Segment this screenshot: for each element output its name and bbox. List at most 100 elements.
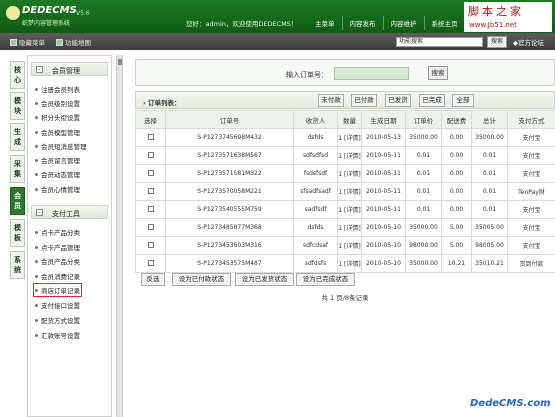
vtab-template[interactable]: 模板	[10, 219, 25, 247]
nav-content-publish[interactable]: 内容发布	[341, 16, 383, 30]
row-checkbox[interactable]	[147, 169, 154, 176]
menu-splitter[interactable]	[116, 55, 123, 417]
menu-item-member-product-category[interactable]: 会员产品分类	[35, 256, 80, 266]
order-no: S-P1273540555M759	[165, 200, 294, 219]
bullet-icon	[35, 319, 38, 322]
group-title: 会员管理	[52, 67, 80, 75]
welcome-text: 您好：admin，欢迎使用DEDECMS！	[186, 20, 298, 28]
menu-item-consumption-records[interactable]: 会员消费记录	[35, 271, 80, 281]
watermark-url: www.Jb51.net	[469, 21, 517, 29]
official-forum-link[interactable]: ◆官方论坛	[513, 37, 544, 47]
bullet-icon	[35, 289, 38, 292]
menu-item-member-mood[interactable]: 会员心情管理	[35, 184, 80, 194]
filter-paid-button[interactable]: 已付款	[351, 94, 377, 107]
group-payment-tools[interactable]: - 支付工具	[31, 205, 108, 219]
row-checkbox[interactable]	[147, 187, 154, 194]
group-member-manage[interactable]: - 会员管理	[31, 62, 108, 76]
menu-item-card-category[interactable]: 点卡产品分类	[35, 227, 80, 237]
set-paid-button[interactable]: 设为已付款状态	[172, 273, 231, 286]
invert-selection-button[interactable]: 反选	[141, 273, 165, 286]
total: 35005.00	[471, 218, 508, 237]
price: 0.01	[405, 164, 442, 183]
vtab-member[interactable]: 会员	[10, 187, 25, 215]
row-checkbox-cell[interactable]	[135, 218, 166, 237]
row-checkbox[interactable]	[147, 151, 154, 158]
row-checkbox-cell[interactable]	[135, 236, 166, 255]
menu-item-payment-interface[interactable]: 支付接口设置	[35, 300, 80, 310]
quantity-detail-link[interactable]: 1 [详情]	[337, 200, 362, 219]
function-search-button[interactable]: 搜索	[487, 36, 507, 48]
function-map-label: 功能地图	[65, 39, 91, 47]
row-checkbox[interactable]	[147, 259, 154, 266]
menu-item-label: 点卡产品分类	[41, 229, 80, 237]
hide-menu-button[interactable]: 隐藏菜单	[10, 37, 45, 47]
quantity-detail-link[interactable]: 1 [详情]	[337, 254, 362, 273]
order-list-title: › 订单列表：	[143, 99, 181, 107]
function-map-button[interactable]: 功能地图	[56, 37, 91, 47]
menu-item-member-sms[interactable]: 会员短消息管理	[35, 141, 87, 151]
menu-item-member-guestbook[interactable]: 会员留言管理	[35, 155, 80, 165]
shipping: 5.00	[441, 218, 472, 237]
row-checkbox-cell[interactable]	[135, 200, 166, 219]
vtab-generate[interactable]: 生成	[10, 123, 25, 151]
filter-completed-button[interactable]: 已完成	[419, 94, 445, 107]
row-checkbox-cell[interactable]	[135, 254, 166, 273]
row-checkbox-cell[interactable]	[135, 146, 166, 165]
total: 35000.00	[471, 128, 508, 147]
menu-item-shop-orders[interactable]: 商店订单记录	[33, 283, 82, 297]
quantity-detail-link[interactable]: 1 [详情]	[337, 218, 362, 237]
menu-item-member-model[interactable]: 会员模型管理	[35, 127, 80, 137]
nav-main-menu[interactable]: 主菜单	[308, 16, 342, 30]
order-search-button[interactable]: 搜索	[428, 66, 448, 80]
quantity-detail-link[interactable]: 1 [详情]	[337, 182, 362, 201]
nav-content-maintain[interactable]: 内容维护	[382, 16, 424, 30]
menu-item-member-feed[interactable]: 会员动态管理	[35, 169, 80, 179]
row-checkbox-cell[interactable]	[135, 182, 166, 201]
total: 0.01	[471, 182, 508, 201]
row-checkbox[interactable]	[147, 133, 154, 140]
vtab-collect[interactable]: 采集	[10, 155, 25, 183]
quantity-detail-link[interactable]: 1 [详情]	[337, 146, 362, 165]
col-price: 订单价	[405, 110, 442, 129]
col-order-no: 订单号	[165, 110, 294, 129]
price: 0.01	[405, 182, 442, 201]
quantity-detail-link[interactable]: 1 [详情]	[337, 164, 362, 183]
bulk-actions: 反选 设为已付款状态 设为已发货状态 设为已完成状态	[135, 271, 555, 288]
logo-subtitle: 织梦内容管理系统	[22, 20, 71, 27]
set-completed-button[interactable]: 设为已完成状态	[296, 273, 355, 286]
function-search-input[interactable]: 功能搜索	[396, 37, 483, 47]
filter-all-button[interactable]: 全部	[452, 94, 474, 107]
hide-menu-label: 隐藏菜单	[19, 39, 45, 47]
shipping: 10.21	[441, 254, 472, 273]
vtab-core[interactable]: 核心	[10, 61, 25, 89]
row-checkbox[interactable]	[147, 223, 154, 230]
quantity-detail-link[interactable]: 1 [详情]	[337, 236, 362, 255]
receiver: sdfcdsaf	[293, 236, 338, 255]
menu-item-points-title[interactable]: 积分头衔设置	[35, 112, 80, 122]
row-checkbox-cell[interactable]	[135, 164, 166, 183]
group-title: 支付工具	[52, 210, 80, 218]
order-no: S-P1273571581M322	[165, 164, 294, 183]
vtab-module[interactable]: 模块	[10, 92, 25, 120]
date: 2010-05-10	[361, 218, 406, 237]
quantity-detail-link[interactable]: 1 [详情]	[337, 128, 362, 147]
filter-unpaid-button[interactable]: 未付款	[318, 94, 344, 107]
menu-item-card-products[interactable]: 点卡产品管理	[35, 242, 80, 252]
payment-method: 支付宝	[507, 200, 555, 219]
menu-item-delivery-method[interactable]: 配货方式设置	[35, 315, 80, 325]
row-checkbox[interactable]	[147, 205, 154, 212]
menu-item-remittance-account[interactable]: 汇款账号设置	[35, 330, 80, 340]
nav-system-home[interactable]: 系统主页	[423, 16, 465, 30]
vtab-system[interactable]: 系统	[10, 251, 25, 279]
official-forum-label: 官方论坛	[518, 39, 544, 47]
row-checkbox-cell[interactable]	[135, 128, 166, 147]
row-checkbox[interactable]	[147, 241, 154, 248]
sub-toolbar: 隐藏菜单 功能地图 功能搜索 搜索 ◆官方论坛	[0, 33, 555, 50]
order-number-input[interactable]	[334, 67, 409, 80]
category-tabs: 核心 模块 生成 采集 会员 模板 系统	[10, 57, 26, 417]
filter-shipped-button[interactable]: 已发货	[385, 94, 411, 107]
set-shipped-button[interactable]: 设为已发货状态	[235, 273, 294, 286]
menu-item-member-level[interactable]: 会员级别设置	[35, 98, 80, 108]
top-header: DEDECMS V5.6 织梦内容管理系统 您好：admin，欢迎使用DEDEC…	[0, 0, 555, 33]
menu-item-member-list[interactable]: 注册会员列表	[35, 84, 80, 94]
